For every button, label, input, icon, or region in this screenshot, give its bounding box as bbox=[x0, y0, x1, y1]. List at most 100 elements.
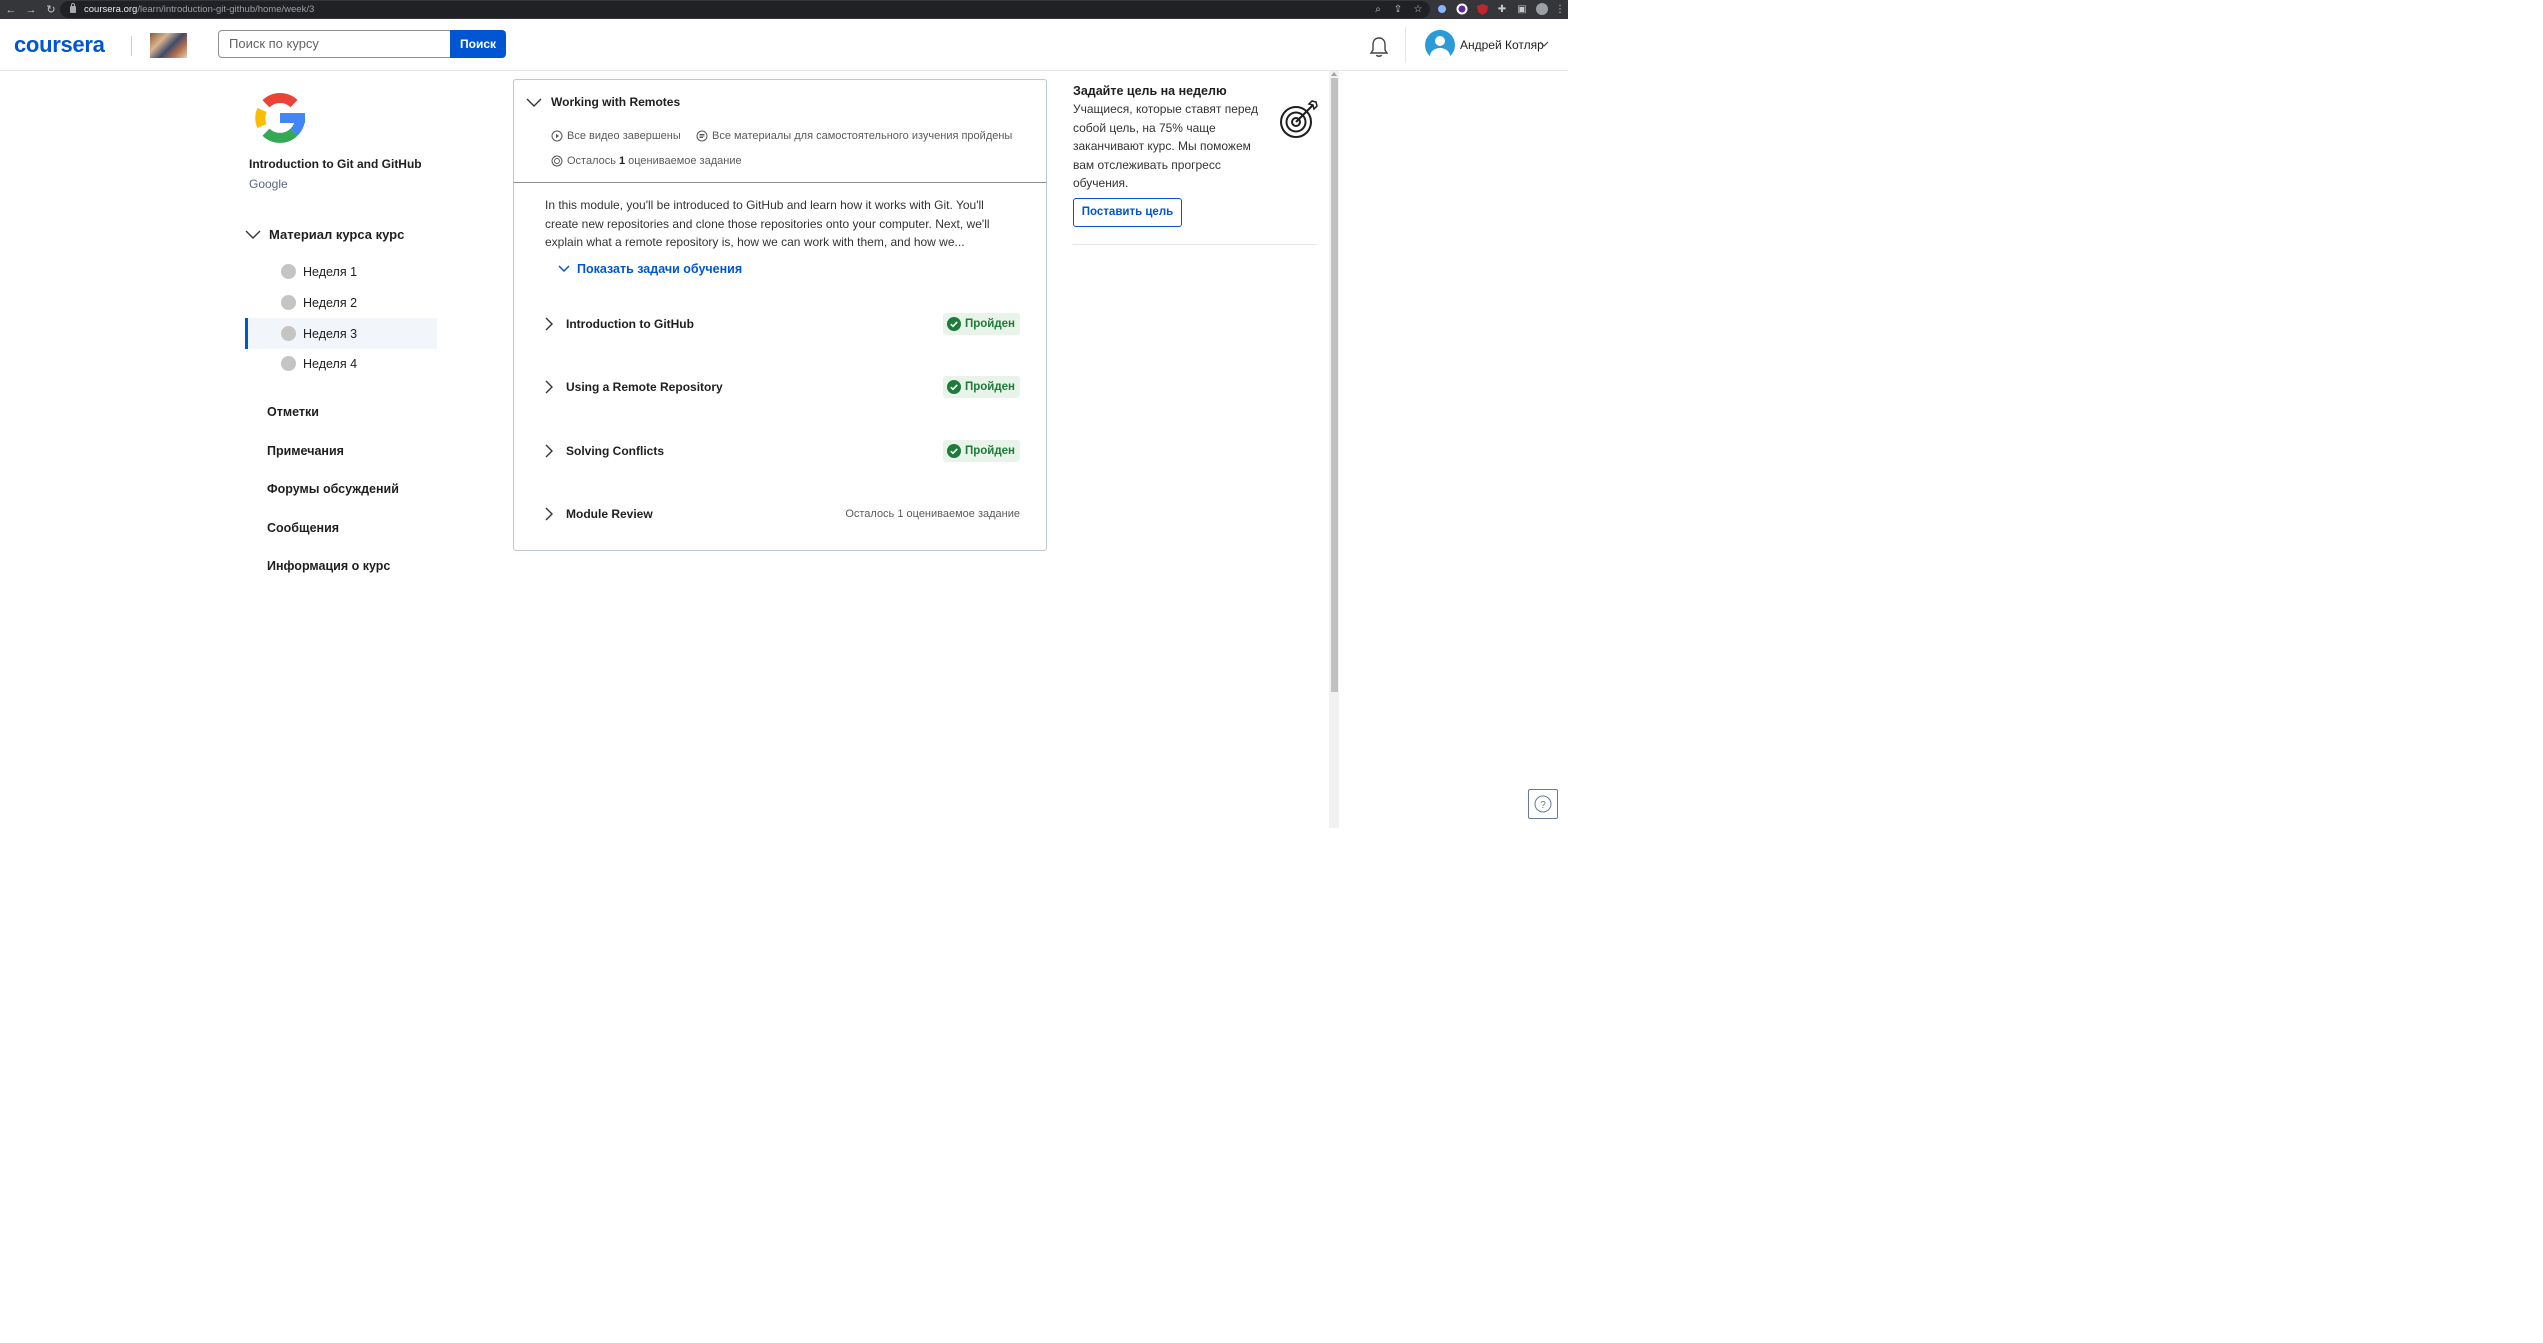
help-icon: ? bbox=[1534, 795, 1552, 813]
menu-icon[interactable]: ⋮ bbox=[1553, 2, 1567, 16]
chevron-right-icon bbox=[545, 507, 553, 521]
sidebar-item-week-2[interactable]: Неделя 2 bbox=[245, 287, 437, 318]
week-label: Неделя 3 bbox=[303, 326, 358, 341]
module-header: Working with Remotes Все видео завершены… bbox=[514, 80, 1046, 183]
meta-remaining-suffix: оцениваемое задание bbox=[628, 155, 742, 167]
lesson-name: Introduction to GitHub bbox=[566, 317, 694, 331]
meta-remaining-prefix: Осталось bbox=[567, 155, 616, 167]
divider bbox=[1073, 244, 1317, 245]
ublock-icon[interactable] bbox=[1475, 2, 1489, 16]
avatar[interactable] bbox=[1425, 30, 1455, 60]
sidebar-link-forums[interactable]: Форумы обсуждений bbox=[267, 482, 399, 496]
reload-icon[interactable]: ↻ bbox=[41, 3, 61, 16]
search-button[interactable]: Поиск bbox=[450, 30, 506, 58]
set-goal-button[interactable]: Поставить цель bbox=[1073, 198, 1182, 227]
browser-toolbar: ← → ↻ coursera.org/learn/introduction-gi… bbox=[0, 0, 1568, 19]
svg-text:?: ? bbox=[1540, 800, 1546, 811]
sidebar-link-messages[interactable]: Сообщения bbox=[267, 521, 339, 535]
week-label: Неделя 1 bbox=[303, 264, 358, 279]
play-circle-icon bbox=[551, 130, 563, 142]
week-label: Неделя 4 bbox=[303, 356, 358, 371]
sidebar-item-week-3[interactable]: Неделя 3 bbox=[245, 318, 437, 349]
lesson-name: Solving Conflicts bbox=[566, 444, 665, 458]
bell-icon[interactable] bbox=[1368, 35, 1390, 59]
course-title[interactable]: Introduction to Git and GitHub bbox=[249, 157, 422, 171]
meta-readings-text: Все материалы для самостоятельного изуче… bbox=[712, 130, 1013, 142]
check-circle-icon bbox=[946, 380, 961, 394]
divider bbox=[131, 36, 132, 56]
module-title[interactable]: Working with Remotes bbox=[551, 95, 680, 109]
progress-circle-icon bbox=[281, 356, 296, 371]
lesson-row[interactable]: Module Review Осталось 1 оцениваемое зад… bbox=[542, 502, 1020, 526]
chevron-right-icon bbox=[545, 380, 553, 394]
chevron-right-icon bbox=[545, 317, 553, 331]
search-input[interactable]: Поиск по курсу bbox=[218, 30, 450, 58]
google-logo bbox=[255, 92, 305, 143]
lesson-row[interactable]: Solving Conflicts Пройден bbox=[542, 439, 1020, 463]
status-text: Пройден bbox=[964, 318, 1015, 330]
sidepanel-icon[interactable]: ▣ bbox=[1515, 2, 1529, 16]
progress-circle-icon bbox=[281, 295, 296, 310]
meta-videos: Все видео завершены bbox=[551, 130, 681, 142]
reading-icon bbox=[696, 130, 708, 142]
star-icon[interactable]: ☆ bbox=[1411, 2, 1425, 16]
coursera-logo[interactable]: coursera bbox=[14, 32, 105, 58]
module-description: In this module, you'll be introduced to … bbox=[545, 198, 990, 249]
chevron-down-icon[interactable] bbox=[1539, 39, 1549, 49]
extension-icon[interactable] bbox=[1435, 2, 1449, 16]
zoom-icon[interactable]: ⌕ bbox=[1371, 2, 1385, 16]
chevron-down-icon[interactable] bbox=[526, 95, 542, 109]
lesson-name: Using a Remote Repository bbox=[566, 380, 723, 394]
course-material-toggle[interactable]: Материал курса курс bbox=[245, 226, 404, 242]
lock-icon bbox=[70, 3, 76, 13]
check-circle-icon bbox=[946, 317, 961, 331]
forward-icon[interactable]: → bbox=[21, 4, 41, 16]
divider bbox=[1405, 27, 1406, 63]
chevron-down-icon bbox=[558, 265, 570, 273]
module-card: Working with Remotes Все видео завершены… bbox=[513, 79, 1047, 551]
assignment-icon bbox=[551, 155, 563, 167]
meta-remaining-count: 1 bbox=[618, 155, 626, 167]
sidebar-link-grades[interactable]: Отметки bbox=[267, 405, 319, 419]
address-bar[interactable]: coursera.org/learn/introduction-git-gith… bbox=[60, 1, 1430, 18]
status-badge: Пройден bbox=[942, 376, 1020, 398]
week-label: Неделя 2 bbox=[303, 295, 358, 310]
course-material-label: Материал курса курс bbox=[269, 226, 405, 242]
help-button[interactable]: ? bbox=[1528, 789, 1558, 819]
status-badge: Пройден bbox=[942, 440, 1020, 462]
show-objectives-button[interactable]: Показать задачи обучения bbox=[557, 262, 742, 276]
lesson-name: Module Review bbox=[566, 507, 653, 521]
sidebar-item-week-1[interactable]: Неделя 1 bbox=[245, 256, 437, 287]
show-objectives-label: Показать задачи обучения bbox=[577, 262, 743, 276]
chevron-right-icon bbox=[545, 444, 553, 458]
goal-title: Задайте цель на неделю bbox=[1073, 84, 1227, 98]
meta-remaining: Осталось 1 оцениваемое задание bbox=[551, 155, 742, 167]
profile-icon[interactable] bbox=[1535, 2, 1549, 16]
status-text: Пройден bbox=[964, 381, 1015, 393]
course-thumbnail[interactable] bbox=[150, 33, 187, 58]
chevron-down-icon bbox=[245, 230, 261, 239]
scroll-up-arrow-icon[interactable] bbox=[1331, 72, 1337, 76]
back-icon[interactable]: ← bbox=[1, 4, 21, 16]
lesson-row[interactable]: Using a Remote Repository Пройден bbox=[542, 375, 1020, 399]
share-icon[interactable]: ⇪ bbox=[1391, 2, 1405, 16]
course-org: Google bbox=[249, 177, 288, 191]
target-icon bbox=[1280, 100, 1318, 138]
lesson-row[interactable]: Introduction to GitHub Пройден bbox=[542, 312, 1020, 336]
progress-circle-icon bbox=[281, 326, 296, 341]
meta-readings: Все материалы для самостоятельного изуче… bbox=[696, 130, 1012, 142]
scrollbar-thumb[interactable] bbox=[1331, 78, 1338, 692]
meta-videos-text: Все видео завершены bbox=[567, 130, 681, 142]
site-header: coursera Поиск по курсу Поиск Андрей Кот… bbox=[0, 19, 1568, 71]
goal-text: Учащиеся, которые ставят перед собой цел… bbox=[1073, 102, 1258, 190]
sidebar-link-course-info[interactable]: Информация о курс bbox=[267, 559, 390, 573]
status-text: Осталось 1 оцениваемое задание bbox=[845, 508, 1020, 520]
url-host: coursera.org bbox=[84, 4, 138, 15]
puzzle-icon[interactable]: ✚ bbox=[1495, 2, 1509, 16]
sidebar-item-week-4[interactable]: Неделя 4 bbox=[245, 348, 437, 379]
status-text: Пройден bbox=[964, 445, 1015, 457]
extension-icon[interactable] bbox=[1455, 2, 1469, 16]
check-circle-icon bbox=[946, 444, 961, 458]
sidebar-link-notes[interactable]: Примечания bbox=[267, 444, 344, 458]
user-name[interactable]: Андрей Котляр bbox=[1460, 38, 1544, 52]
